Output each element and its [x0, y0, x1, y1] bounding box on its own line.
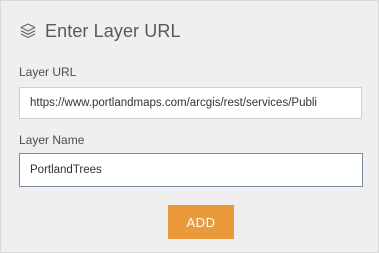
enter-layer-url-panel: Enter Layer URL Layer URL Layer Name ADD	[0, 0, 379, 253]
layer-name-label: Layer Name	[19, 133, 85, 147]
add-button[interactable]: ADD	[168, 205, 234, 239]
panel-title: Enter Layer URL	[45, 20, 181, 41]
layer-url-label: Layer URL	[19, 65, 77, 79]
panel-header: Enter Layer URL	[19, 19, 181, 43]
layer-url-input[interactable]	[19, 87, 362, 119]
layers-icon	[19, 22, 37, 40]
layer-name-input[interactable]	[19, 153, 363, 187]
